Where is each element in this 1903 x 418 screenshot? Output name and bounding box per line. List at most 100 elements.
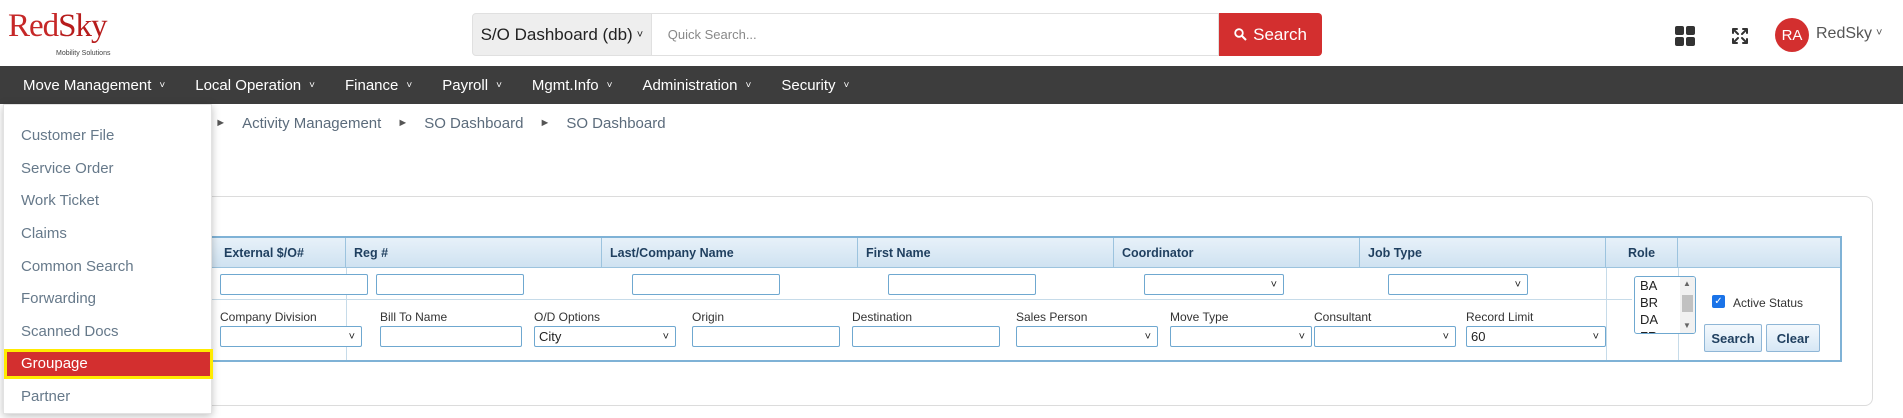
dashboard-select[interactable]: S/O Dashboard (db) ˅ (472, 13, 652, 56)
user-avatar[interactable]: RA (1775, 18, 1809, 52)
header-job-type: Job Type (1360, 238, 1606, 268)
chevron-down-icon: ˅ (662, 331, 669, 343)
nav-security[interactable]: Security ˅ (781, 77, 849, 94)
chevron-down-icon: ˅ (1442, 331, 1449, 343)
nav-mgmt-info[interactable]: Mgmt.Info ˅ (532, 77, 613, 94)
external-so-input[interactable] (220, 274, 368, 295)
destination-label: Destination (852, 310, 913, 324)
company-division-select[interactable]: ˅ (220, 326, 362, 347)
role-listbox[interactable]: BA BR DA FR ▲ ▼ (1634, 276, 1696, 334)
menu-item-scanned-docs[interactable]: Scanned Docs (4, 317, 213, 347)
consultant-label: Consultant (1314, 310, 1372, 324)
nav-local-operation[interactable]: Local Operation ˅ (195, 77, 315, 94)
user-name[interactable]: RedSky (1816, 25, 1872, 43)
chevron-down-icon: ˅ (348, 331, 355, 343)
chevron-down-icon: ˅ (159, 79, 166, 91)
nav-finance[interactable]: Finance ˅ (345, 77, 412, 94)
filter-search-button[interactable]: Search (1704, 324, 1762, 352)
last-company-name-input[interactable] (632, 274, 780, 295)
record-limit-select[interactable]: 60 ˅ (1466, 326, 1606, 347)
nav-payroll[interactable]: Payroll ˅ (442, 77, 502, 94)
menu-item-partner[interactable]: Partner (4, 382, 213, 412)
chevron-down-icon: ˅ (1270, 279, 1277, 291)
od-options-label: O/D Options (534, 310, 601, 324)
fullscreen-icon[interactable] (1728, 24, 1752, 48)
quick-search-input[interactable] (651, 13, 1220, 56)
coordinator-select[interactable]: ˅ (1144, 274, 1284, 295)
header-first-name: First Name (858, 238, 1114, 268)
logo-wordmark: RedSky (8, 8, 108, 44)
nav-administration[interactable]: Administration ˅ (642, 77, 751, 94)
chevron-down-icon: ˅ (1592, 331, 1599, 343)
breadcrumb-item[interactable]: Activity Management (242, 115, 381, 132)
menu-item-claims[interactable]: Claims (4, 219, 213, 249)
logo-tagline: Mobility Solutions (56, 50, 111, 57)
header-role: Role (1606, 238, 1678, 268)
breadcrumb-separator-icon: ► (397, 117, 409, 129)
move-management-menu: Customer File Service Order Work Ticket … (3, 104, 213, 414)
header-external-so: External $/O# (216, 238, 346, 268)
chevron-down-icon: ˅ (309, 79, 315, 91)
active-status-checkbox[interactable]: ✓ (1712, 295, 1725, 308)
search-icon (1234, 28, 1247, 41)
chevron-down-icon[interactable]: ˅ (1876, 27, 1882, 39)
nav-move-management[interactable]: Move Management ˅ (23, 77, 165, 94)
record-limit-label: Record Limit (1466, 310, 1534, 324)
scrollbar-thumb[interactable] (1682, 295, 1693, 312)
redsky-logo[interactable]: RedSky Mobility Solutions (8, 8, 128, 62)
header-reg: Reg # (346, 238, 602, 268)
consultant-select[interactable]: ˅ (1314, 326, 1456, 347)
search-button-label: Search (1253, 24, 1307, 44)
od-options-select[interactable]: City ˅ (534, 326, 676, 347)
move-type-label: Move Type (1170, 310, 1229, 324)
move-type-select[interactable]: ˅ (1170, 326, 1312, 347)
active-status-label: Active Status (1733, 296, 1804, 310)
breadcrumb-separator-icon: ► (539, 117, 551, 129)
bill-to-name-label: Bill To Name (380, 310, 448, 324)
role-scrollbar[interactable]: ▲ ▼ (1680, 277, 1695, 333)
chevron-down-icon: ˅ (606, 79, 613, 91)
destination-input[interactable] (852, 326, 1000, 347)
chevron-down-icon: ˅ (1298, 331, 1305, 343)
menu-item-groupage[interactable]: Groupage (4, 349, 213, 379)
breadcrumb: nent ► Activity Management ► SO Dashboar… (170, 115, 666, 132)
scroll-up-icon[interactable]: ▲ (1683, 279, 1691, 288)
filter-clear-button[interactable]: Clear (1766, 324, 1820, 352)
origin-input[interactable] (692, 326, 840, 347)
chevron-down-icon: ˅ (843, 79, 850, 91)
reg-input[interactable] (376, 274, 524, 295)
bill-to-name-input[interactable] (380, 326, 522, 347)
menu-item-common-search[interactable]: Common Search (4, 252, 213, 282)
header-coordinator: Coordinator (1114, 238, 1360, 268)
header: RedSky Mobility Solutions S/O Dashboard … (0, 0, 1903, 66)
job-type-select[interactable]: ˅ (1388, 274, 1528, 295)
breadcrumb-separator-icon: ► (215, 117, 227, 129)
od-options-value: City (539, 329, 562, 344)
dashboard-select-value: S/O Dashboard (db) (480, 24, 633, 44)
sales-person-select[interactable]: ˅ (1016, 326, 1158, 347)
main-nav: Move Management ˅ Local Operation ˅ Financ… (0, 66, 1903, 104)
origin-label: Origin (692, 310, 725, 324)
scroll-down-icon[interactable]: ▼ (1683, 321, 1691, 330)
filter-table: External $/O# Reg # Last/Company Name Fi… (130, 236, 1842, 362)
chevron-down-icon: ˅ (1514, 279, 1521, 291)
header-last-company-name: Last/Company Name (602, 238, 858, 268)
global-search-bar: S/O Dashboard (db) ˅ Search (472, 13, 1322, 56)
menu-item-forwarding[interactable]: Forwarding (4, 284, 213, 314)
menu-item-work-ticket[interactable]: Work Ticket (4, 186, 213, 216)
apps-grid-icon[interactable] (1675, 26, 1695, 46)
filter-table-header: External $/O# Reg # Last/Company Name Fi… (132, 238, 1840, 268)
chevron-down-icon: ˅ (745, 79, 752, 91)
breadcrumb-item[interactable]: SO Dashboard (424, 115, 523, 132)
company-division-label: Company Division (220, 310, 317, 324)
chevron-down-icon: ˅ (496, 79, 502, 91)
menu-item-service-order[interactable]: Service Order (4, 154, 213, 184)
chevron-down-icon: ˅ (636, 28, 644, 41)
record-limit-value: 60 (1471, 329, 1486, 344)
first-name-input[interactable] (888, 274, 1036, 295)
chevron-down-icon: ˅ (1144, 331, 1151, 343)
search-button[interactable]: Search (1219, 13, 1322, 56)
menu-item-customer-file[interactable]: Customer File (4, 121, 213, 151)
chevron-down-icon: ˅ (406, 79, 413, 91)
breadcrumb-current: SO Dashboard (566, 115, 666, 132)
